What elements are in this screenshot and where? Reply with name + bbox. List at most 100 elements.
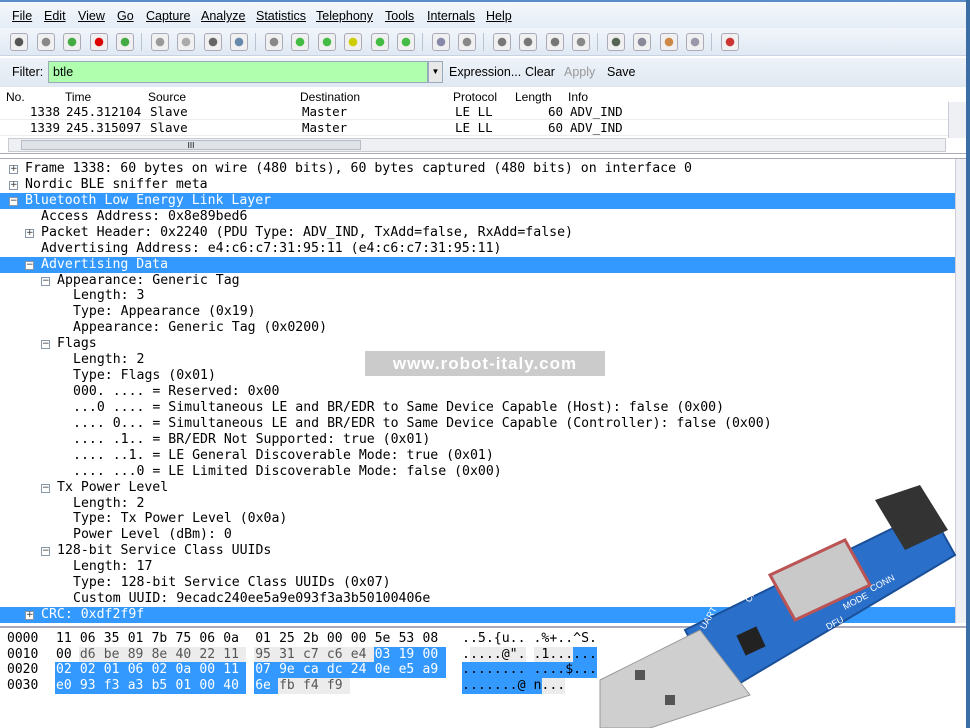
autoscroll-icon[interactable] (458, 33, 476, 51)
collapse-icon[interactable]: − (41, 276, 50, 286)
hex-byte[interactable]: 31 (278, 646, 303, 663)
collapse-icon[interactable]: − (41, 547, 50, 557)
resize-columns-icon[interactable] (572, 33, 590, 51)
hex-byte[interactable]: 11 (222, 662, 247, 679)
hex-byte[interactable]: 06 (126, 662, 151, 679)
hex-byte[interactable]: 93 (78, 678, 103, 695)
hex-byte[interactable]: 25 (278, 631, 302, 647)
menu-statistics[interactable]: Statistics (256, 9, 306, 23)
hex-byte[interactable]: 24 (349, 662, 374, 679)
tree-item[interactable]: + Packet Header: 0x2240 (PDU Type: ADV_IN… (0, 225, 955, 241)
tree-item[interactable]: Length: 3 (0, 288, 955, 304)
stop-capture-icon[interactable] (89, 33, 108, 51)
filter-dropdown-button[interactable]: ▼ (428, 61, 443, 83)
hex-byte[interactable]: 02 (78, 662, 103, 679)
save-button[interactable]: Save (607, 65, 636, 79)
tree-item[interactable]: + Nordic BLE sniffer meta (0, 177, 955, 193)
packet-row[interactable]: 1339 245.315097 Slave Master LE LL 60 ADV_IND (0, 120, 948, 136)
hex-byte[interactable]: 03 (373, 646, 398, 663)
hex-byte[interactable]: 01 (254, 631, 278, 647)
collapse-icon[interactable]: − (9, 196, 18, 206)
tree-item[interactable]: − Bluetooth Low Energy Link Layer (0, 192, 955, 209)
column-header-no[interactable]: No. (6, 90, 25, 104)
hex-byte[interactable]: 89 (126, 646, 151, 663)
menu-go[interactable]: Go (117, 9, 134, 23)
hex-byte[interactable]: 11 (222, 646, 247, 663)
hex-byte[interactable]: 07 (254, 662, 279, 679)
tree-item[interactable]: Advertising Address: e4:c6:c7:31:95:11 (… (0, 241, 955, 257)
hex-byte[interactable]: f4 (302, 678, 326, 695)
expand-icon[interactable]: + (9, 165, 18, 174)
clear-button[interactable]: Clear (525, 65, 555, 79)
hex-byte[interactable]: dc (325, 662, 350, 679)
save-file-icon[interactable] (177, 33, 195, 51)
column-header-protocol[interactable]: Protocol (453, 90, 497, 104)
hex-byte[interactable]: 01 (102, 662, 127, 679)
hex-byte[interactable]: 08 (422, 631, 446, 647)
tree-item[interactable]: Access Address: 0x8e89bed6 (0, 209, 955, 225)
hex-byte[interactable]: 11 (55, 631, 79, 647)
hex-byte[interactable]: c6 (325, 646, 350, 663)
expand-icon[interactable]: + (9, 180, 18, 190)
hex-byte[interactable]: e0 (55, 678, 79, 695)
tree-item[interactable]: + Frame 1338: 60 bytes on wire (480 bits)… (0, 161, 955, 177)
tree-item[interactable]: 000. .... = Reserved: 0x00 (0, 384, 955, 400)
hex-byte[interactable]: 8e (150, 646, 175, 663)
tree-item[interactable]: .... ...0 = LE Limited Discoverable Mode… (0, 464, 955, 480)
hex-byte[interactable]: 19 (397, 646, 422, 663)
filter-input[interactable]: btle (48, 61, 428, 83)
first-packet-icon[interactable] (370, 33, 389, 51)
start-capture-icon[interactable] (10, 33, 28, 51)
preferences-icon[interactable] (686, 33, 704, 51)
capture-filters-icon[interactable] (606, 33, 625, 51)
hex-byte[interactable]: 06 (79, 631, 103, 647)
tree-item[interactable]: Type: Appearance (0x19) (0, 304, 955, 320)
column-header-destination[interactable]: Destination (300, 90, 360, 104)
hex-byte[interactable]: b5 (150, 678, 175, 695)
packet-list-vertical-scrollbar[interactable] (948, 102, 966, 138)
tree-item[interactable]: − Flags (0, 336, 955, 352)
hex-byte[interactable]: 00 (198, 662, 223, 679)
hex-ascii[interactable]: .......@ n... (462, 678, 565, 694)
hex-byte[interactable]: be (102, 646, 127, 663)
hex-byte[interactable]: 02 (150, 662, 175, 679)
go-back-icon[interactable] (291, 33, 309, 51)
collapse-icon[interactable]: − (41, 483, 50, 493)
tree-item[interactable]: .... ..1. = LE General Discoverable Mode… (0, 448, 955, 464)
menu-telephony[interactable]: Telephony (316, 9, 373, 23)
last-packet-icon[interactable] (397, 33, 415, 51)
apply-button[interactable]: Apply (564, 65, 595, 79)
hex-byte[interactable]: 01 (174, 678, 199, 695)
hex-byte[interactable]: f3 (102, 678, 127, 695)
hex-byte[interactable]: 75 (175, 631, 199, 647)
hex-byte[interactable]: 35 (103, 631, 127, 647)
normal-size-icon[interactable] (545, 33, 564, 51)
menu-internals[interactable]: Internals (427, 9, 475, 23)
coloring-rules-icon[interactable] (659, 33, 678, 51)
hex-byte[interactable]: 40 (174, 646, 199, 663)
hex-byte[interactable]: 7b (151, 631, 175, 647)
hex-byte[interactable]: 02 (55, 662, 79, 679)
menu-analyze[interactable]: Analyze (201, 9, 245, 23)
hex-byte[interactable]: 2b (302, 631, 326, 647)
hex-byte[interactable]: 0a (222, 631, 246, 647)
zoom-out-icon[interactable] (519, 33, 537, 51)
column-header-length[interactable]: Length (515, 90, 552, 104)
open-file-icon[interactable] (150, 33, 169, 51)
shark-fin-icon[interactable] (63, 33, 81, 51)
hex-byte[interactable]: 00 (421, 646, 446, 663)
expression-button[interactable]: Expression... (449, 65, 521, 79)
go-to-packet-icon[interactable] (344, 33, 362, 51)
hex-byte[interactable]: 00 (350, 631, 374, 647)
find-icon[interactable] (264, 33, 283, 51)
hex-byte[interactable]: 6e (254, 678, 279, 695)
tree-item[interactable]: .... .1.. = BR/EDR Not Supported: true (… (0, 432, 955, 448)
hex-byte[interactable]: 22 (198, 646, 223, 663)
hex-byte[interactable]: 01 (127, 631, 151, 647)
expand-icon[interactable]: + (25, 228, 34, 238)
tree-item[interactable]: − Appearance: Generic Tag (0, 273, 955, 289)
colorize-icon[interactable] (431, 33, 450, 51)
capture-options-icon[interactable] (36, 33, 55, 51)
hex-byte[interactable]: 40 (222, 678, 247, 695)
hex-byte[interactable]: 0e (373, 662, 398, 679)
